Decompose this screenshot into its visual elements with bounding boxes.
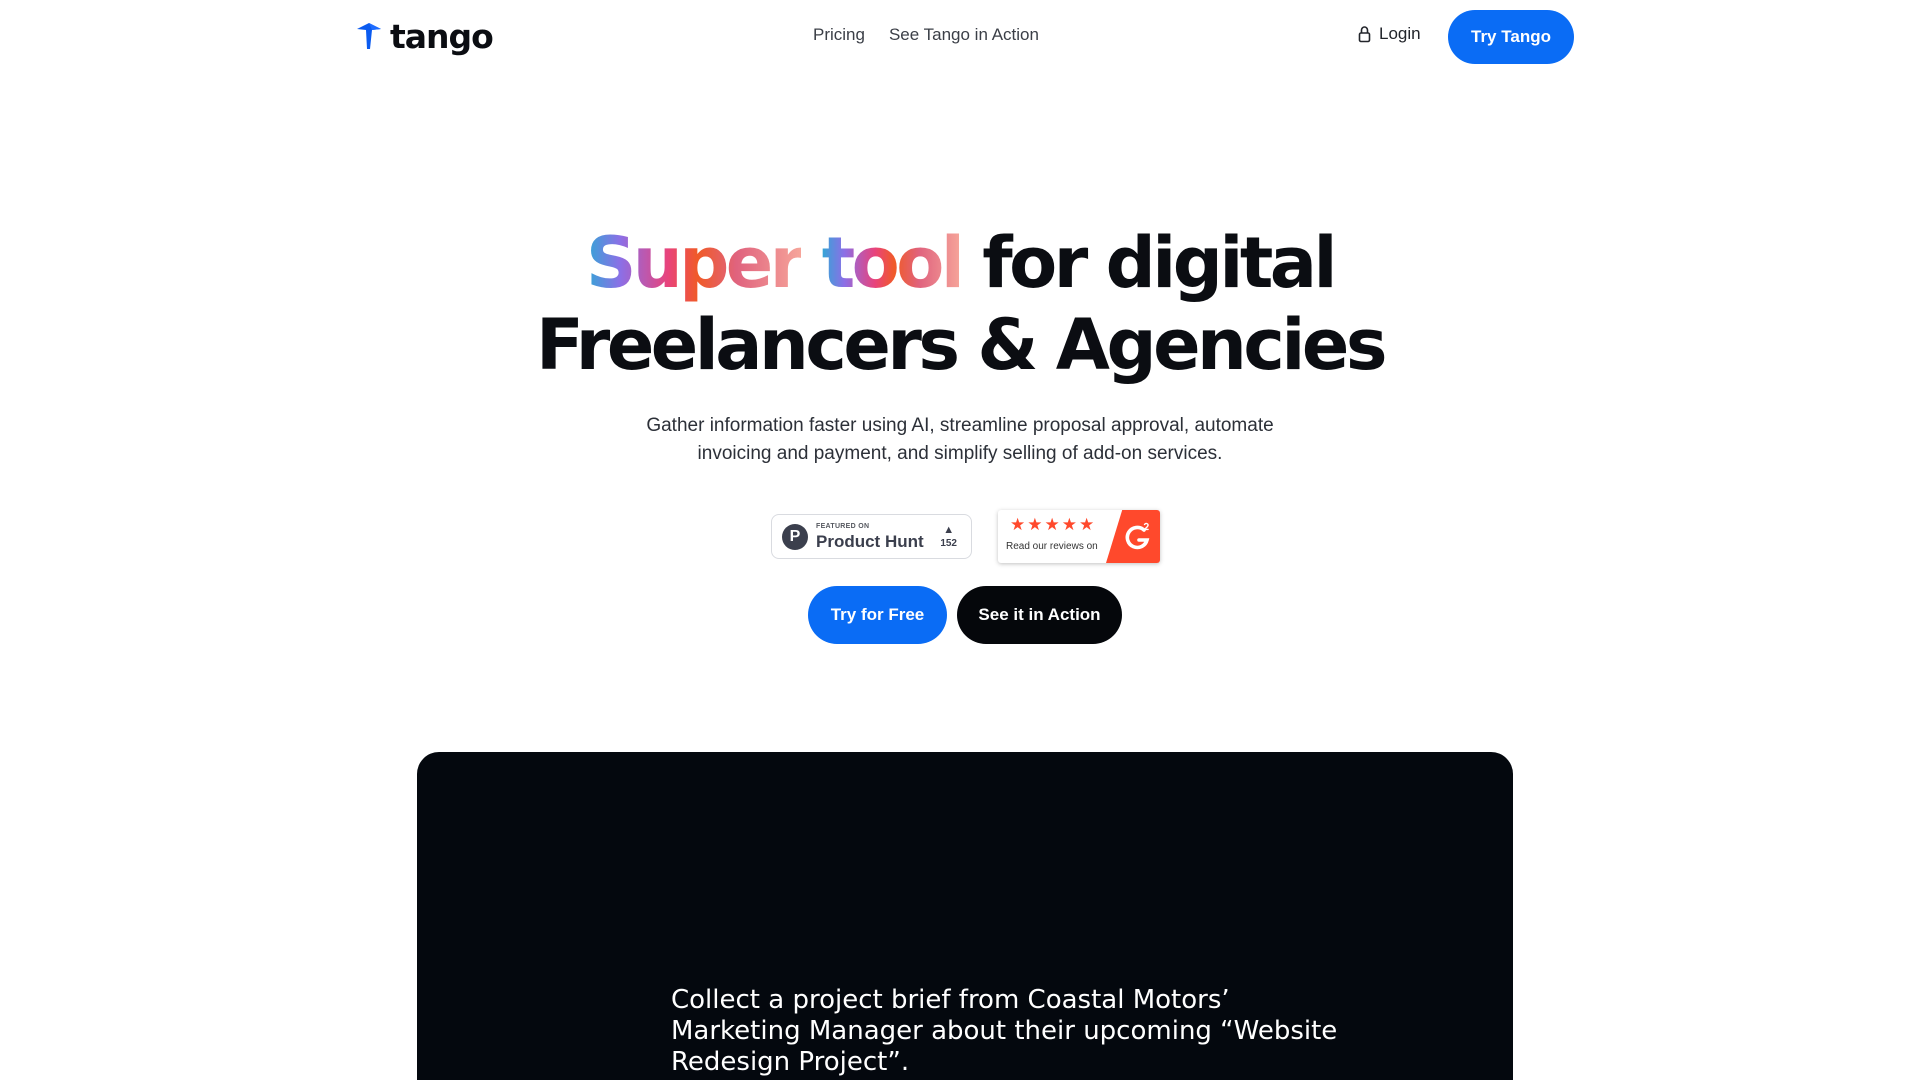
nav-link-pricing[interactable]: Pricing (813, 25, 865, 45)
product-hunt-name: Product Hunt (816, 532, 924, 551)
try-for-free-button[interactable]: Try for Free (808, 586, 947, 644)
nav-link-see-in-action[interactable]: See Tango in Action (889, 25, 1039, 45)
star-icon: ★ (1061, 515, 1077, 534)
demo-video-panel[interactable]: Collect a project brief from Coastal Mot… (417, 752, 1513, 1080)
hero-title-line-2: Freelancers & Agencies (535, 304, 1388, 386)
tango-logo[interactable]: tango (355, 16, 494, 56)
product-hunt-votes: ▲ 152 (940, 523, 957, 549)
star-icon: ★ (1044, 515, 1060, 534)
product-hunt-badge[interactable]: P FEATURED ON Product Hunt ▲ 152 (771, 514, 972, 559)
demo-caption-line-3: Redesign Project”. (671, 1047, 910, 1077)
top-nav: tango Pricing See Tango in Action Login … (0, 0, 1920, 74)
demo-caption: Collect a project brief from Coastal Mot… (671, 985, 1391, 1078)
hero-subtitle: Gather information faster using AI, stre… (0, 412, 1920, 468)
hero-subtitle-line-1: Gather information faster using AI, stre… (646, 415, 1274, 436)
g2-star-rating: ★ ★ ★ ★ ★ (1010, 516, 1094, 534)
lock-icon (1358, 26, 1371, 43)
g2-read-label: Read our reviews on (1006, 541, 1098, 552)
star-icon: ★ (1027, 515, 1043, 534)
logo-text: tango (390, 16, 494, 56)
demo-caption-line-1: Collect a project brief from Coastal Mot… (671, 985, 1230, 1015)
login-link[interactable]: Login (1358, 24, 1421, 44)
see-it-in-action-button[interactable]: See it in Action (957, 586, 1122, 644)
g2-logo-icon (1125, 522, 1150, 550)
tango-logo-icon (357, 23, 381, 49)
hero-subtitle-line-2: invoicing and payment, and simplify sell… (697, 443, 1223, 464)
star-icon: ★ (1079, 515, 1095, 534)
login-label: Login (1379, 24, 1421, 43)
star-icon: ★ (1010, 515, 1026, 534)
demo-caption-line-2: Marketing Manager about their upcoming “… (671, 1016, 1338, 1046)
product-hunt-icon: P (782, 523, 808, 550)
main-nav: Pricing See Tango in Action (813, 25, 1039, 45)
hero-title-line-1: Super tool for digital (0, 222, 1920, 304)
upvote-arrow-icon: ▲ (943, 523, 955, 536)
product-hunt-featured-label: FEATURED ON (816, 523, 870, 530)
g2-reviews-badge[interactable]: ★ ★ ★ ★ ★ Read our reviews on (998, 510, 1160, 563)
hero-title-gradient-word-super: Super (585, 222, 804, 304)
try-tango-button[interactable]: Try Tango (1448, 10, 1574, 64)
hero-title: Super tool for digital Freelancers & Age… (0, 222, 1920, 386)
product-hunt-upvote-count: 152 (940, 537, 957, 549)
hero-title-line-1-rest: for digital (982, 222, 1337, 304)
product-hunt-text: FEATURED ON Product Hunt (816, 523, 924, 550)
hero-title-gradient-word-tool: tool (821, 222, 965, 304)
